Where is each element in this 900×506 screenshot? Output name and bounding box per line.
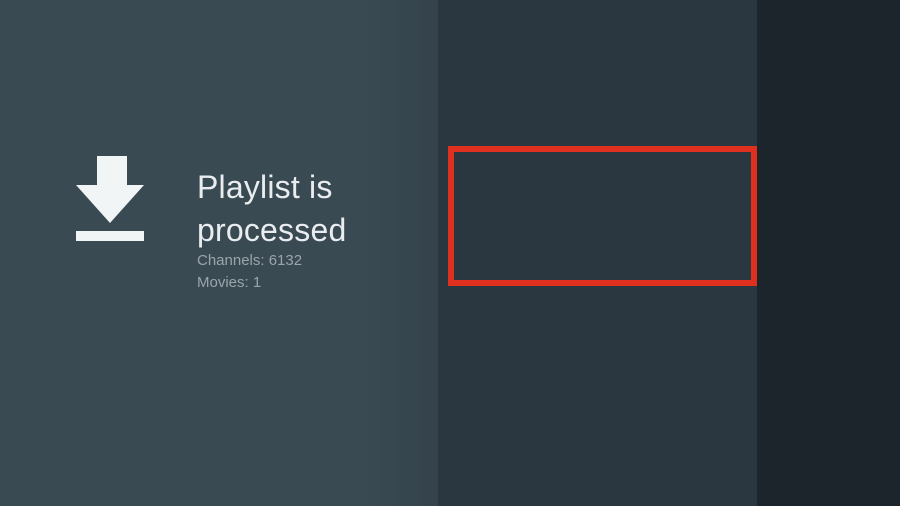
- guidance-panel: Playlist is processed Channels: 6132 Mov…: [0, 0, 438, 506]
- action-panel: Done Back: [757, 0, 900, 506]
- playlist-stats: Channels: 6132 Movies: 1: [197, 250, 302, 294]
- actions-form-panel: Playlist name iconic-streams.com: [438, 0, 757, 506]
- channels-count: Channels: 6132: [197, 250, 302, 272]
- playlist-processed-screen: Playlist is processed Channels: 6132 Mov…: [0, 0, 900, 506]
- movies-count: Movies: 1: [197, 272, 302, 294]
- download-icon: [76, 156, 144, 241]
- page-title: Playlist is processed: [197, 166, 407, 252]
